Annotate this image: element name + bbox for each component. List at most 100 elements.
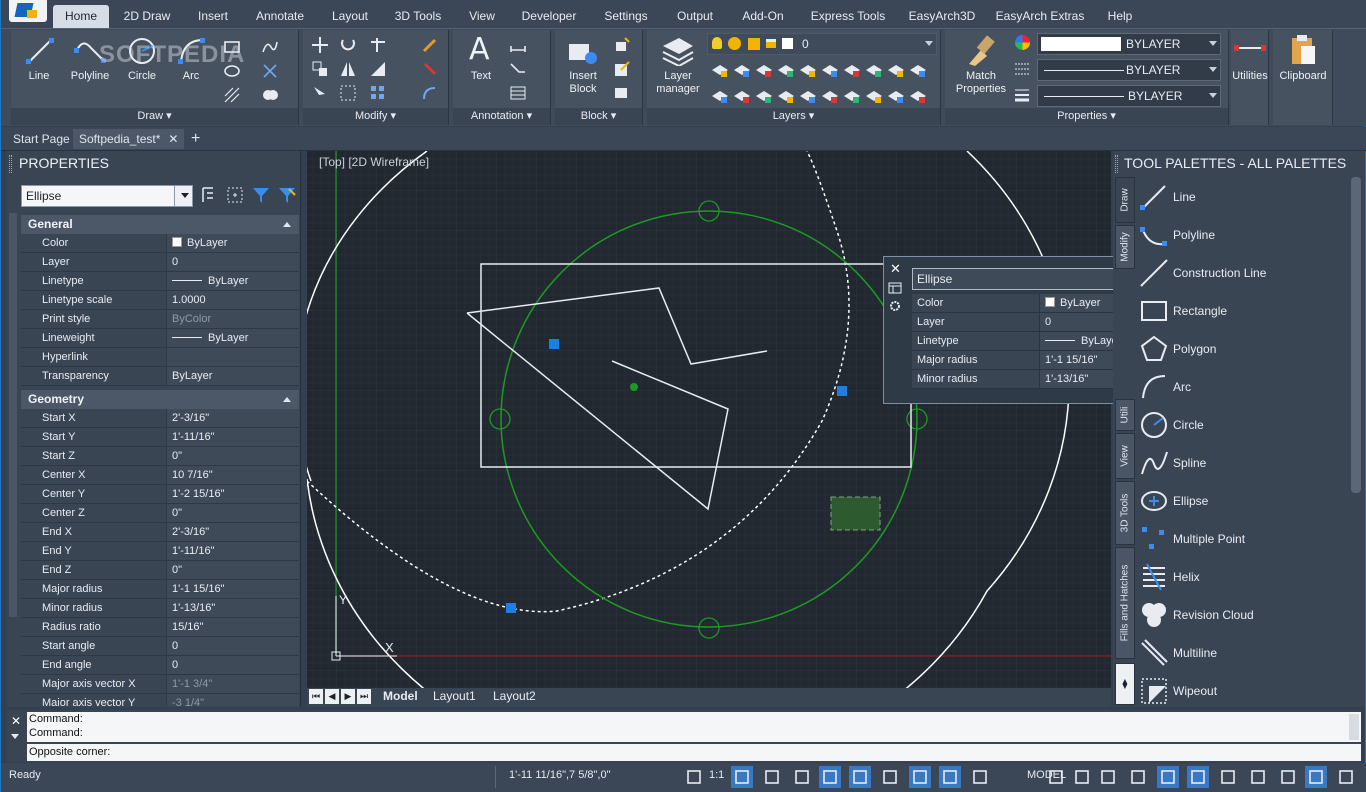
layer-isolate-icon[interactable] [733, 88, 751, 104]
property-value[interactable] [167, 348, 299, 366]
command-input[interactable]: Opposite corner: [27, 744, 1361, 761]
layer-previous-icon[interactable] [821, 88, 839, 104]
join-icon[interactable] [421, 84, 439, 102]
palette-tool-rectangle[interactable]: Rectangle [1137, 292, 1349, 330]
drawing-surface[interactable] [307, 151, 1111, 688]
layer-off-icon[interactable] [711, 88, 729, 104]
palette-tool-wipeout[interactable]: Wipeout [1137, 672, 1349, 710]
app-menu-button[interactable] [9, 0, 47, 22]
palette-tool-revision-cloud[interactable]: Revision Cloud [1137, 596, 1349, 634]
clipboard-button[interactable]: Clipboard [1273, 70, 1333, 82]
property-value[interactable]: ByColor [167, 310, 299, 328]
tab-help[interactable]: Help [1099, 5, 1141, 28]
transparency-icon[interactable] [1247, 766, 1269, 788]
palette-tool-polyline[interactable]: Polyline [1137, 216, 1349, 254]
property-value[interactable]: 1'-11/16" [167, 428, 299, 446]
property-value[interactable]: 1'-2 15/16" [167, 485, 299, 503]
layer-merge-icon[interactable] [865, 62, 883, 78]
clean-screen-icon[interactable] [1277, 766, 1299, 788]
palette-scroll-handle[interactable]: ◂▸ [1115, 663, 1135, 705]
tab-layout[interactable]: Layout [323, 5, 377, 28]
erase-icon[interactable] [421, 36, 439, 54]
tab-add-on[interactable]: Add-On [735, 5, 791, 28]
close-icon[interactable]: ✕ [890, 261, 901, 277]
property-value[interactable]: ByLayer [167, 234, 299, 252]
point-icon[interactable] [261, 62, 279, 80]
rotate-icon[interactable] [339, 36, 357, 54]
layer-freeze-icon[interactable] [755, 62, 773, 78]
tab-insert[interactable]: Insert [188, 5, 238, 28]
property-value[interactable]: ByLayer [167, 367, 299, 385]
layer-walk-icon[interactable] [843, 62, 861, 78]
color-dropdown[interactable]: BYLAYER [1037, 33, 1221, 55]
property-value[interactable]: 10 7/16" [167, 466, 299, 484]
annotation-scale[interactable]: 1:1 [709, 769, 724, 781]
last-tab-icon[interactable]: ⏭ [357, 689, 371, 704]
copy-icon[interactable] [311, 60, 329, 78]
vtab-modify[interactable]: Modify [1115, 225, 1135, 269]
explode-icon[interactable] [421, 60, 439, 78]
property-value[interactable]: 2'-3/16" [167, 409, 299, 427]
prev-tab-icon[interactable]: ◀ [325, 689, 339, 704]
tab-easyarch3d[interactable]: EasyArch3D [904, 5, 980, 28]
close-icon[interactable]: ✕ [11, 714, 21, 728]
property-value[interactable]: 0 [167, 656, 299, 674]
palette-tool-arc[interactable]: Arc [1137, 368, 1349, 406]
tab-settings[interactable]: Settings [597, 5, 655, 28]
table-icon[interactable] [509, 84, 527, 102]
collapse-icon[interactable] [283, 222, 291, 227]
property-value[interactable]: 15/16" [167, 618, 299, 636]
hatch-icon[interactable] [223, 86, 241, 104]
chevron-down-icon[interactable] [11, 734, 19, 739]
next-tab-icon[interactable]: ▶ [341, 689, 355, 704]
trim-icon[interactable] [369, 36, 387, 54]
tab-layout1[interactable]: Layout1 [433, 689, 476, 703]
isolate-icon[interactable] [1157, 766, 1179, 788]
block-panel-label[interactable]: Block ▾ [555, 108, 642, 125]
property-value[interactable]: ByLayer [167, 272, 299, 290]
tab-layout2[interactable]: Layout2 [493, 689, 536, 703]
draw-panel-label[interactable]: Draw ▾ [11, 108, 298, 125]
property-value[interactable]: 0 [167, 253, 299, 271]
property-value[interactable]: 1'-1 15/16" [167, 580, 299, 598]
layer-states-icon[interactable] [909, 62, 927, 78]
history-scrollbar[interactable] [1349, 714, 1359, 740]
fullscreen-icon[interactable] [1097, 766, 1119, 788]
object-snap-icon[interactable] [909, 766, 931, 788]
selection-cycling-icon[interactable] [1217, 766, 1239, 788]
palette-tool-ellipse[interactable]: Ellipse [1137, 482, 1349, 520]
insert-block-button[interactable]: Insert Block [561, 70, 605, 96]
palette-tool-line[interactable]: Line [1137, 178, 1349, 216]
lineweight-dropdown[interactable]: BYLAYER [1037, 85, 1221, 107]
settings-icon[interactable] [888, 299, 902, 313]
vtab-view[interactable]: View [1115, 433, 1135, 479]
status-ok-icon[interactable] [1335, 766, 1357, 788]
tab-express-tools[interactable]: Express Tools [804, 5, 892, 28]
array-icon[interactable] [369, 84, 387, 102]
leader-icon[interactable] [509, 60, 527, 78]
annotation-panel-label[interactable]: Annotation ▾ [453, 108, 550, 125]
center-grip[interactable] [630, 383, 638, 391]
property-value[interactable]: 1'-1 3/4" [167, 675, 299, 693]
layer-match-icon[interactable] [799, 62, 817, 78]
palette-tool-polygon[interactable]: Polygon [1137, 330, 1349, 368]
model-space-toggle[interactable]: MODEL [1027, 769, 1066, 781]
property-value[interactable]: 0" [167, 447, 299, 465]
vtab-utilities[interactable]: Utili [1115, 399, 1135, 431]
ellipse-grip[interactable] [549, 339, 559, 349]
circle-button[interactable]: Circle [123, 70, 161, 82]
palette-tool-spline[interactable]: Spline [1137, 444, 1349, 482]
create-block-icon[interactable] [613, 36, 631, 54]
arc-button[interactable]: Arc [173, 70, 209, 82]
lineweight-toggle-icon[interactable] [969, 766, 991, 788]
section-header-general[interactable]: General [21, 215, 299, 234]
tab-document[interactable]: Softpedia_test* ✕ [73, 129, 185, 149]
status-menu-icon[interactable] [1305, 766, 1327, 788]
tab-home[interactable]: Home [53, 5, 109, 28]
vtab-fills-hatches[interactable]: Fills and Hatches [1115, 547, 1135, 659]
text-button[interactable]: Text [463, 70, 499, 82]
tab-annotate[interactable]: Annotate [249, 5, 311, 28]
layer-freeze-icon[interactable] [755, 88, 773, 104]
close-icon[interactable]: ✕ [168, 132, 178, 146]
grid-display-icon[interactable] [819, 766, 841, 788]
